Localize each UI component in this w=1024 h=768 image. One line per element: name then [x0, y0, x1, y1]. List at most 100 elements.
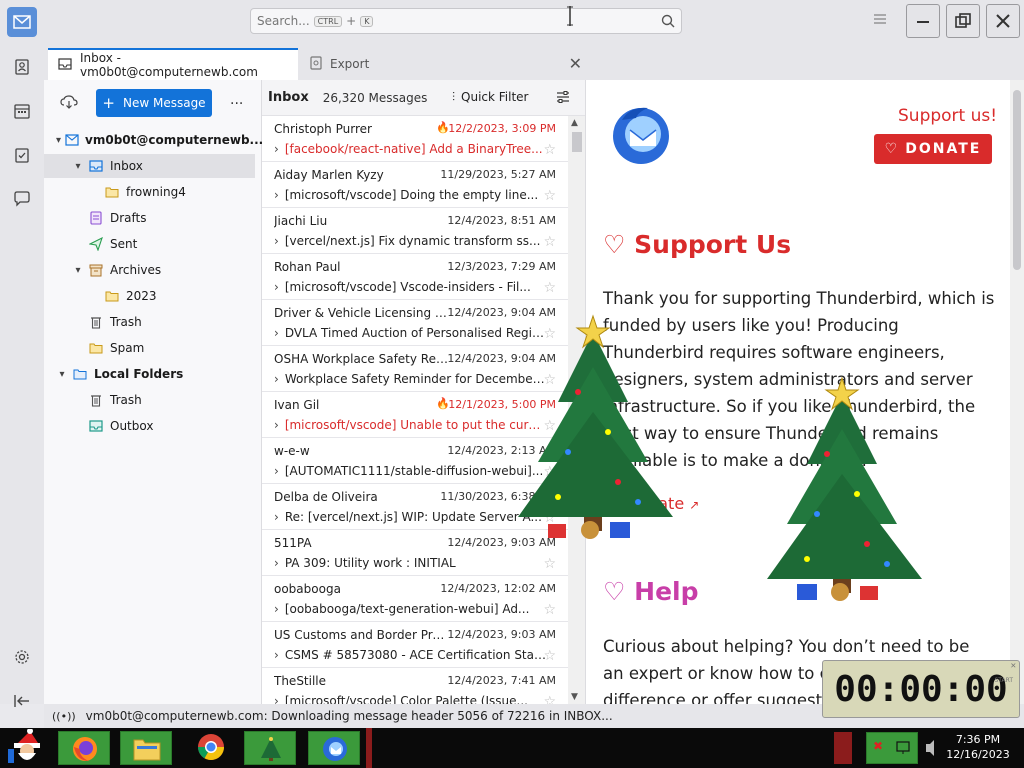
folder-archives[interactable]: ▾ Archives — [44, 258, 255, 282]
chevron-right-icon[interactable]: › — [274, 648, 279, 662]
tab-export[interactable]: Export ✕ — [300, 48, 590, 80]
search-input[interactable]: Search... CTRL + K — [250, 8, 682, 34]
chevron-down-icon[interactable]: ▾ — [56, 135, 61, 146]
local-folder-icon — [72, 367, 88, 381]
close-widget-icon[interactable]: ✕ — [1011, 661, 1016, 671]
chevron-down-icon[interactable]: ▾ — [72, 161, 84, 172]
chevron-right-icon[interactable]: › — [274, 510, 279, 524]
chevron-right-icon[interactable]: › — [274, 418, 279, 432]
stopwatch-widget[interactable]: 00:00:00 START ✕ — [822, 660, 1020, 718]
chat-button[interactable] — [10, 188, 34, 212]
new-message-button[interactable]: + New Message — [96, 89, 212, 117]
chevron-right-icon[interactable]: › — [274, 142, 279, 156]
donate-button[interactable]: ♡ DONATE — [874, 134, 992, 164]
chevron-right-icon[interactable]: › — [274, 372, 279, 386]
chevron-down-icon[interactable]: ▾ — [56, 369, 68, 380]
folder-spam[interactable]: Spam — [44, 336, 255, 360]
shortcut-plus: + — [346, 14, 357, 28]
folder-outbox[interactable]: Outbox — [44, 414, 255, 438]
star-icon[interactable]: ☆ — [543, 556, 556, 572]
start-button[interactable] — [4, 727, 52, 768]
display-options-button[interactable] — [556, 90, 570, 107]
monitor-icon — [895, 740, 911, 759]
quick-filter-button[interactable]: ⫶ Quick Filter — [452, 90, 528, 105]
chevron-right-icon[interactable]: › — [274, 694, 279, 704]
star-icon[interactable]: ☆ — [543, 142, 556, 158]
message-row[interactable]: US Customs and Border Protecti...12/4/20… — [262, 622, 568, 668]
tab-inbox[interactable]: Inbox - vm0b0t@computernewb.com — [48, 48, 298, 80]
system-tray[interactable]: ✖ — [866, 732, 918, 764]
volume-icon[interactable] — [924, 736, 936, 763]
trash-icon — [88, 315, 104, 329]
close-tab-icon[interactable]: ✕ — [569, 54, 582, 73]
collapse-spaces-button[interactable] — [10, 690, 34, 714]
system-clock[interactable]: 7:36 PM 12/16/2023 — [940, 732, 1016, 762]
taskbar-file-explorer[interactable] — [120, 731, 172, 765]
folder-frowning4[interactable]: frowning4 — [44, 180, 255, 204]
close-button[interactable] — [986, 4, 1020, 38]
message-subject-text: [microsoft/vscode] Color Palette (Issue.… — [284, 694, 528, 704]
chevron-right-icon[interactable]: › — [274, 326, 279, 340]
star-icon[interactable]: ☆ — [543, 188, 556, 204]
christmas-tree-icon — [259, 736, 283, 765]
scroll-thumb[interactable] — [572, 132, 582, 152]
folder-pane-more-button[interactable]: ... — [230, 92, 243, 108]
chevron-right-icon[interactable]: › — [274, 602, 279, 616]
calendar-button[interactable] — [10, 100, 34, 124]
message-row[interactable]: Christoph Purrer 🔥 12/2/2023, 3:09 PM › [fac… — [262, 116, 568, 162]
folder-label: Drafts — [110, 211, 147, 225]
support-us-link[interactable]: Support us! — [898, 106, 997, 126]
folder-2023[interactable]: 2023 — [44, 284, 255, 308]
message-sender: 511PA — [274, 536, 312, 550]
taskbar-chrome[interactable] — [186, 728, 236, 768]
chevron-right-icon[interactable]: › — [274, 188, 279, 202]
folder-inbox[interactable]: ▾ Inbox — [44, 154, 255, 178]
minimize-button[interactable] — [906, 4, 940, 38]
get-messages-button[interactable] — [60, 94, 78, 113]
scroll-thumb[interactable] — [1013, 90, 1021, 270]
message-sender: Rohan Paul — [274, 260, 341, 274]
star-icon[interactable]: ☆ — [543, 648, 556, 664]
folder-trash[interactable]: Trash — [44, 310, 255, 334]
chevron-right-icon[interactable]: › — [274, 280, 279, 294]
star-icon[interactable]: ☆ — [543, 694, 556, 704]
address-book-button[interactable] — [10, 56, 34, 80]
message-row[interactable]: TheStille 12/4/2023, 7:41 AM › [microsoft/v… — [262, 668, 568, 704]
restore-button[interactable] — [946, 4, 980, 38]
app-menu-button[interactable] — [872, 12, 892, 32]
chevron-right-icon[interactable]: › — [274, 234, 279, 248]
tasks-button[interactable] — [10, 144, 34, 168]
star-icon[interactable]: ☆ — [543, 280, 556, 296]
message-row[interactable]: Jiachi Liu 12/4/2023, 8:51 AM › [vercel/nex… — [262, 208, 568, 254]
chevron-down-icon[interactable]: ▾ — [72, 265, 84, 276]
heart-icon: ♡ — [884, 141, 900, 157]
scroll-up-icon[interactable]: ▲ — [571, 118, 578, 128]
mail-space-button[interactable] — [0, 0, 44, 44]
folder-local-trash[interactable]: Trash — [44, 388, 255, 412]
message-row[interactable]: Aiday Marlen Kyzy 11/29/2023, 5:27 AM › [mi… — [262, 162, 568, 208]
timer-start-label[interactable]: START — [994, 677, 1013, 684]
thunderbird-logo — [608, 102, 674, 171]
reader-scrollbar[interactable] — [1010, 80, 1024, 704]
folder-account[interactable]: ▾ vm0b0t@computernewb.... — [44, 128, 268, 152]
message-row[interactable]: oobabooga 12/4/2023, 12:02 AM › [oobabooga/… — [262, 576, 568, 622]
taskbar-thunderbird[interactable] — [308, 731, 360, 765]
star-icon[interactable]: ☆ — [543, 602, 556, 618]
collapse-icon — [13, 694, 31, 711]
folder-drafts[interactable]: Drafts — [44, 206, 255, 230]
folder-sent[interactable]: Sent — [44, 232, 255, 256]
message-count: 26,320 Messages — [322, 90, 428, 105]
quick-filter-label: Quick Filter — [461, 90, 529, 104]
chevron-right-icon[interactable]: › — [274, 464, 279, 478]
message-subject-text: [microsoft/vscode] Vscode-insiders - Fil… — [284, 280, 531, 294]
chevron-right-icon[interactable]: › — [274, 556, 279, 570]
message-row[interactable]: Rohan Paul 12/3/2023, 7:29 AM › [microsoft/… — [262, 254, 568, 300]
taskbar-firefox[interactable] — [58, 731, 110, 765]
settings-button[interactable] — [10, 646, 34, 670]
star-icon[interactable]: ☆ — [543, 234, 556, 250]
folder-local-folders[interactable]: ▾ Local Folders — [44, 362, 255, 386]
message-subject: › [oobabooga/text-generation-webui] Ad... — [274, 602, 546, 616]
message-sender: Driver & Vehicle Licensing Agen... — [274, 306, 449, 320]
scroll-down-icon[interactable]: ▼ — [571, 692, 578, 702]
taskbar-christmas-tree-app[interactable] — [244, 731, 296, 765]
